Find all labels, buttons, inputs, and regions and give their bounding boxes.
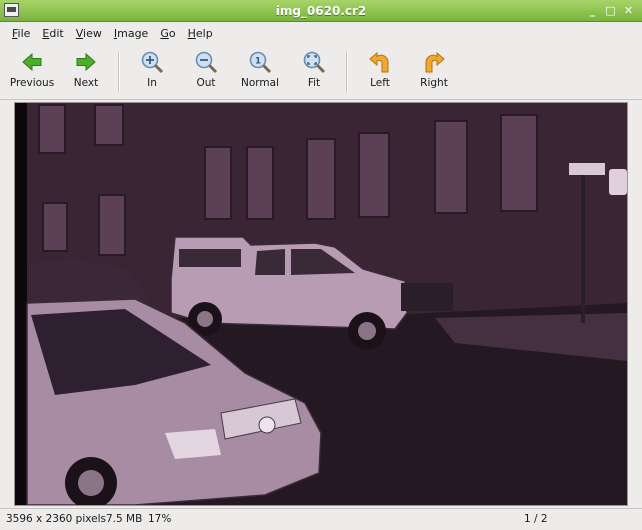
- zoom-in-button[interactable]: In: [124, 48, 180, 89]
- rotate-left-button[interactable]: Left: [352, 48, 408, 89]
- zoom-out-button[interactable]: Out: [178, 48, 234, 89]
- toolbar: Previous Next In Out 1 Normal Fit Left R…: [0, 44, 642, 100]
- image-position: 1 / 2: [524, 513, 548, 525]
- zoom-out-label: Out: [196, 77, 216, 89]
- zoom-fit-label: Fit: [307, 77, 321, 89]
- menu-view[interactable]: View: [70, 27, 108, 40]
- zoom-fit-icon: [303, 51, 326, 74]
- zoom-in-icon: [141, 51, 164, 74]
- menu-help[interactable]: Help: [182, 27, 219, 40]
- rotate-left-label: Left: [370, 77, 390, 89]
- menu-edit[interactable]: Edit: [36, 27, 69, 40]
- toolbar-separator: [118, 52, 120, 92]
- zoom-in-label: In: [147, 77, 157, 89]
- arrow-left-icon: [22, 52, 42, 72]
- next-button[interactable]: Next: [58, 48, 114, 89]
- arrow-right-icon: [76, 52, 96, 72]
- minimize-button[interactable]: _: [586, 4, 599, 17]
- zoom-normal-icon: 1: [249, 51, 272, 74]
- menu-go[interactable]: Go: [154, 27, 181, 40]
- photo-street-scene: [15, 103, 627, 505]
- window-title: img_0620.cr2: [275, 4, 367, 18]
- rotate-left-icon: [369, 51, 389, 73]
- previous-label: Previous: [9, 77, 55, 89]
- zoom-normal-button[interactable]: 1 Normal: [232, 48, 288, 89]
- previous-button[interactable]: Previous: [4, 48, 60, 89]
- rotate-right-button[interactable]: Right: [406, 48, 462, 89]
- status-bar: 3596 x 2360 pixels 7.5 MB 17% 1 / 2: [0, 508, 642, 530]
- svg-text:1: 1: [255, 57, 261, 67]
- close-button[interactable]: ✕: [622, 4, 635, 17]
- toolbar-separator: [346, 52, 348, 92]
- rotate-right-label: Right: [420, 77, 448, 89]
- menu-image[interactable]: Image: [108, 27, 154, 40]
- next-label: Next: [73, 77, 99, 89]
- zoom-level: 17%: [148, 513, 172, 525]
- rotate-right-icon: [425, 51, 445, 73]
- title-bar: img_0620.cr2 _ □ ✕: [0, 0, 642, 22]
- file-size: 7.5 MB: [106, 513, 143, 525]
- zoom-fit-button[interactable]: Fit: [286, 48, 342, 89]
- zoom-out-icon: [195, 51, 218, 74]
- image-viewport[interactable]: [14, 102, 628, 506]
- menu-bar: File Edit View Image Go Help: [0, 22, 642, 44]
- zoom-normal-label: Normal: [241, 77, 279, 89]
- menu-file[interactable]: File: [6, 27, 36, 40]
- image-dimensions: 3596 x 2360 pixels: [6, 513, 106, 525]
- maximize-button[interactable]: □: [604, 4, 617, 17]
